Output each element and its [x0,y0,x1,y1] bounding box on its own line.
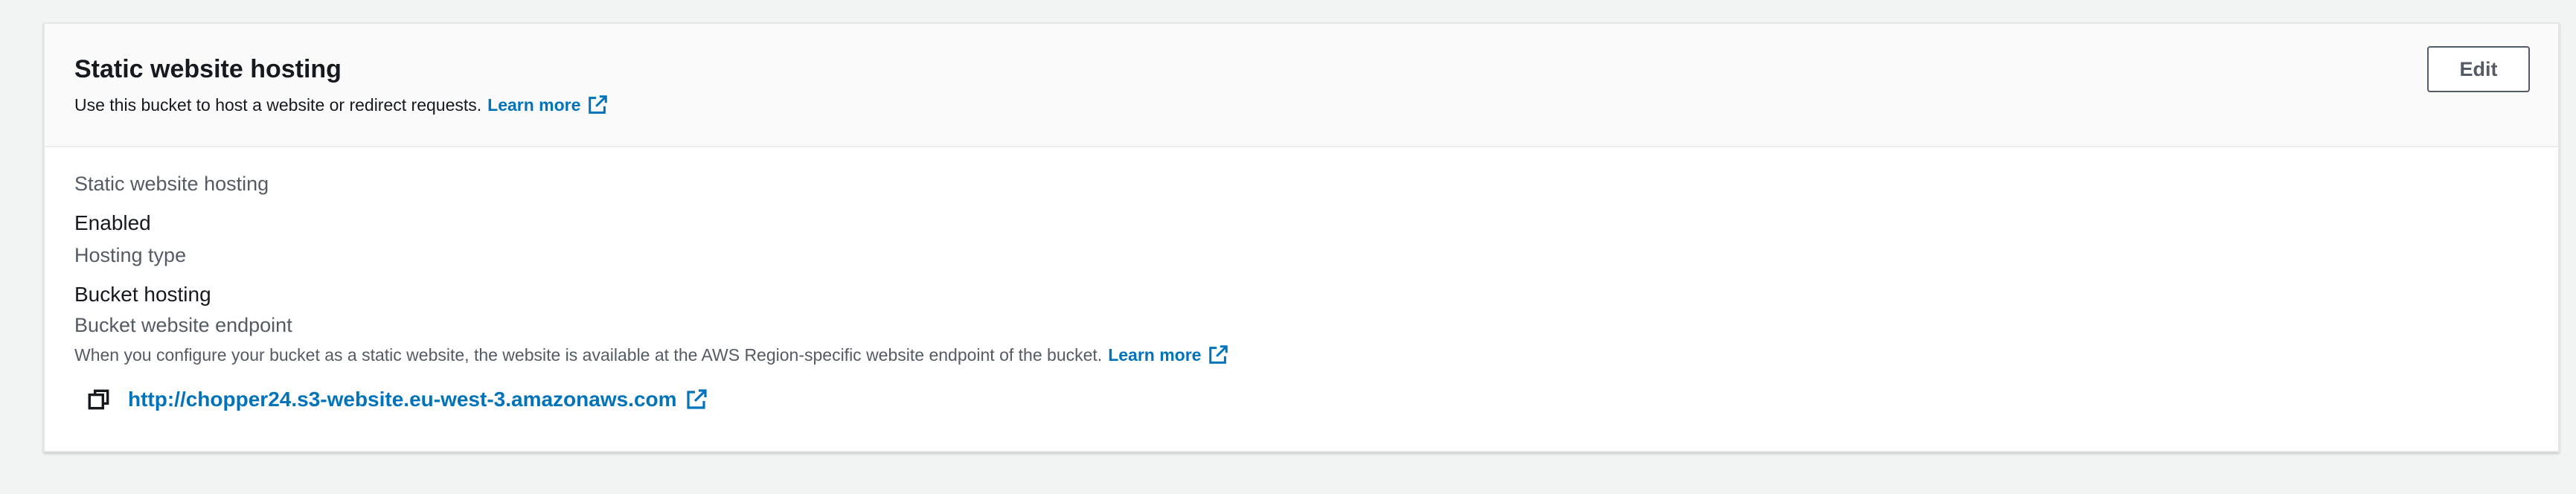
edit-button[interactable]: Edit [2427,46,2530,92]
endpoint-url-text: http://chopper24.s3-website.eu-west-3.am… [128,388,677,411]
static-hosting-value: Enabled [74,211,151,234]
panel-description: Use this bucket to host a website or red… [74,94,609,116]
endpoint-description-text: When you configure your bucket as a stat… [74,344,1103,365]
static-hosting-label: Static website hosting [74,173,269,195]
static-website-hosting-panel: Static website hosting Use this bucket t… [43,22,2560,452]
endpoint-row: http://chopper24.s3-website.eu-west-3.am… [86,387,708,412]
endpoint-description: When you configure your bucket as a stat… [74,344,1229,366]
panel-title: Static website hosting [74,55,342,83]
learn-more-link[interactable]: Learn more [487,94,609,116]
copy-icon[interactable] [86,387,112,412]
endpoint-label: Bucket website endpoint [74,314,292,336]
hosting-type-label: Hosting type [74,244,187,266]
endpoint-learn-more-label: Learn more [1108,344,1202,365]
panel-header: Static website hosting Use this bucket t… [45,24,2558,147]
hosting-type-value: Bucket hosting [74,283,211,306]
external-link-icon [1209,345,1228,364]
external-link-icon [589,95,608,114]
endpoint-learn-more-link[interactable]: Learn more [1108,344,1229,366]
external-link-icon [686,389,707,409]
learn-more-label: Learn more [487,94,581,115]
endpoint-url-link[interactable]: http://chopper24.s3-website.eu-west-3.am… [128,388,708,411]
panel-description-text: Use this bucket to host a website or red… [74,94,482,115]
